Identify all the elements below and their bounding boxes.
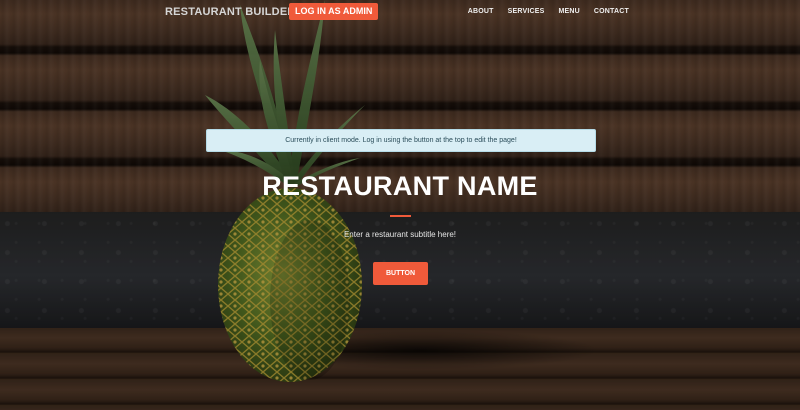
nav-links: ABOUT SERVICES MENU CONTACT [468,8,629,15]
client-mode-alert: Currently in client mode. Log in using t… [206,129,596,152]
title-divider [390,215,411,217]
restaurant-name-title: RESTAURANT NAME [262,171,538,201]
background-overlay [0,0,800,410]
nav-link-contact[interactable]: CONTACT [594,8,629,15]
nav-link-menu[interactable]: MENU [558,8,579,15]
login-as-admin-button[interactable]: LOG IN AS ADMIN [289,3,379,20]
brand-logo[interactable]: RESTAURANT BUILDER [165,6,296,18]
hero-cta-button[interactable]: BUTTON [373,262,428,285]
top-navbar: RESTAURANT BUILDER LOG IN AS ADMIN ABOUT… [0,0,800,24]
nav-link-about[interactable]: ABOUT [468,8,494,15]
nav-link-services[interactable]: SERVICES [508,8,545,15]
hero-section: RESTAURANT BUILDER LOG IN AS ADMIN ABOUT… [0,0,800,410]
restaurant-subtitle: Enter a restaurant subtitle here! [343,230,457,239]
